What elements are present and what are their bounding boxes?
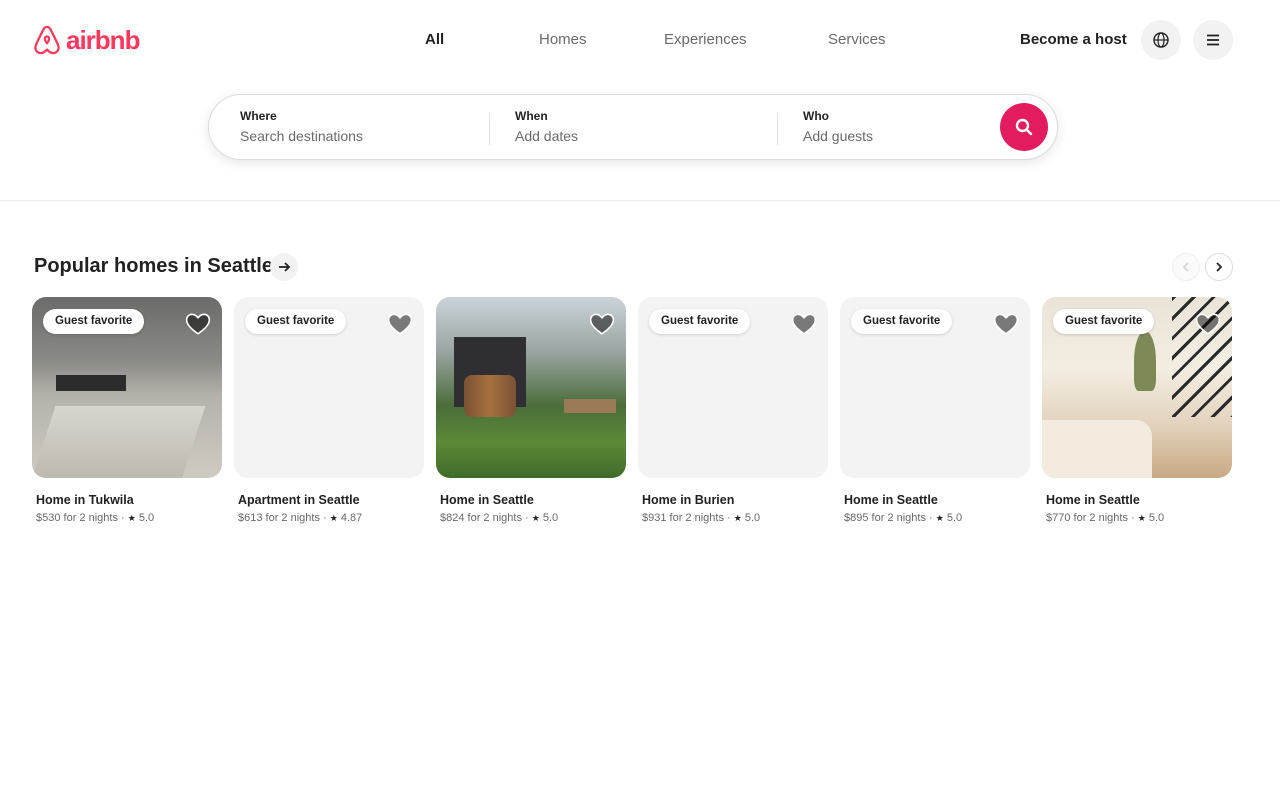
listing-title: Home in Seattle (1046, 493, 1140, 507)
search-button[interactable] (1000, 103, 1048, 151)
listing-photo[interactable]: Guest favorite (234, 297, 424, 478)
listing-rating: 5.0 (1148, 512, 1165, 524)
who-input[interactable]: Add guests (803, 128, 983, 144)
airbnb-logo-icon (34, 25, 60, 55)
listing-card[interactable]: Guest favorite Home in Tukwila $530 for … (32, 297, 222, 524)
star-icon: ★ (935, 513, 944, 523)
heart-icon[interactable] (589, 311, 615, 337)
listing-price-rating: $824 for 2 nights · ★ 5.0 (440, 512, 559, 524)
listing-rating: 5.0 (138, 512, 155, 524)
listing-price-rating: $931 for 2 nights · ★ 5.0 (642, 512, 761, 524)
tab-homes[interactable]: Homes (539, 31, 587, 48)
section-title[interactable]: Popular homes in Seattle (34, 255, 273, 278)
listing-photo[interactable]: Guest favorite (638, 297, 828, 478)
tab-all[interactable]: All (425, 31, 444, 48)
heart-icon[interactable] (791, 311, 817, 337)
star-icon: ★ (1137, 513, 1146, 523)
listing-price-rating: $895 for 2 nights · ★ 5.0 (844, 512, 963, 524)
listing-title: Home in Burien (642, 493, 735, 507)
listing-price: $770 for 2 nights (1046, 512, 1128, 524)
chevron-right-icon (1216, 262, 1223, 272)
listing-price-rating: $770 for 2 nights · ★ 5.0 (1046, 512, 1165, 524)
heart-icon[interactable] (993, 311, 1019, 337)
tab-experiences[interactable]: Experiences (664, 31, 747, 48)
listing-price-rating: $613 for 2 nights · ★ 4.87 (238, 512, 363, 524)
star-icon: ★ (127, 513, 136, 523)
airbnb-logo[interactable]: airbnb (32, 24, 140, 56)
heart-icon[interactable] (1195, 311, 1221, 337)
listing-card[interactable]: Guest favorite Apartment in Seattle $613… (234, 297, 424, 524)
listing-price: $824 for 2 nights (440, 512, 522, 524)
listing-price: $895 for 2 nights (844, 512, 926, 524)
menu-icon (1207, 34, 1219, 46)
carousel-prev-button[interactable] (1172, 253, 1200, 281)
main-menu-button[interactable] (1193, 20, 1233, 60)
globe-icon (1153, 32, 1169, 48)
listing-title: Apartment in Seattle (238, 493, 360, 507)
search-divider (489, 113, 490, 145)
listing-rating: 5.0 (744, 512, 761, 524)
when-field[interactable]: When Add dates (515, 95, 765, 159)
listing-card[interactable]: Guest favorite Home in Seattle $895 for … (840, 297, 1030, 524)
photo-detail (1042, 420, 1152, 478)
header: airbnb All Homes Experiences Services Be… (0, 0, 1280, 201)
listing-card[interactable]: Home in Seattle $824 for 2 nights · ★ 5.… (436, 297, 626, 524)
language-button[interactable] (1141, 20, 1181, 60)
listing-photo[interactable]: Guest favorite (840, 297, 1030, 478)
listing-rating: 5.0 (542, 512, 559, 524)
listing-rating: 5.0 (946, 512, 963, 524)
photo-detail (32, 406, 206, 478)
guest-favorite-badge: Guest favorite (1053, 309, 1155, 334)
photo-detail (1134, 331, 1156, 391)
airbnb-wordmark: airbnb (66, 24, 140, 55)
listing-price-rating: $530 for 2 nights · ★ 5.0 (36, 512, 155, 524)
listing-photo[interactable] (436, 297, 626, 478)
star-icon: ★ (733, 513, 742, 523)
heart-icon[interactable] (185, 311, 211, 337)
who-field[interactable]: Who Add guests (803, 95, 983, 159)
when-input[interactable]: Add dates (515, 128, 765, 144)
carousel-next-button[interactable] (1205, 253, 1233, 281)
chevron-left-icon (1182, 262, 1189, 272)
listing-title: Home in Tukwila (36, 493, 134, 507)
listing-card[interactable]: Guest favorite Home in Seattle $770 for … (1042, 297, 1232, 524)
star-icon: ★ (531, 513, 540, 523)
arrow-right-icon (279, 262, 291, 272)
listing-rating: 4.87 (340, 512, 363, 524)
guest-favorite-badge: Guest favorite (649, 309, 751, 334)
guest-favorite-badge: Guest favorite (851, 309, 953, 334)
listing-card[interactable]: Guest favorite Home in Burien $931 for 2… (638, 297, 828, 524)
who-label: Who (803, 109, 829, 123)
photo-detail (56, 375, 126, 391)
listing-price: $931 for 2 nights (642, 512, 724, 524)
listing-price: $530 for 2 nights (36, 512, 118, 524)
photo-detail (464, 375, 516, 417)
guest-favorite-badge: Guest favorite (245, 309, 347, 334)
star-icon: ★ (329, 513, 338, 523)
when-label: When (515, 109, 548, 123)
heart-icon[interactable] (387, 311, 413, 337)
listing-title: Home in Seattle (440, 493, 534, 507)
where-label: Where (240, 109, 277, 123)
section-see-all-button[interactable] (270, 253, 298, 281)
where-field[interactable]: Where Search destinations (240, 95, 480, 159)
listing-price: $613 for 2 nights (238, 512, 320, 524)
listing-photo[interactable]: Guest favorite (1042, 297, 1232, 478)
where-input[interactable]: Search destinations (240, 128, 480, 144)
listing-photo[interactable]: Guest favorite (32, 297, 222, 478)
search-bar: Where Search destinations When Add dates… (208, 94, 1058, 160)
become-a-host-link[interactable]: Become a host (1020, 31, 1127, 48)
tab-services[interactable]: Services (828, 31, 886, 48)
photo-detail (564, 399, 616, 413)
search-divider (777, 113, 778, 145)
search-icon (1015, 118, 1033, 136)
listing-title: Home in Seattle (844, 493, 938, 507)
guest-favorite-badge: Guest favorite (43, 309, 145, 334)
